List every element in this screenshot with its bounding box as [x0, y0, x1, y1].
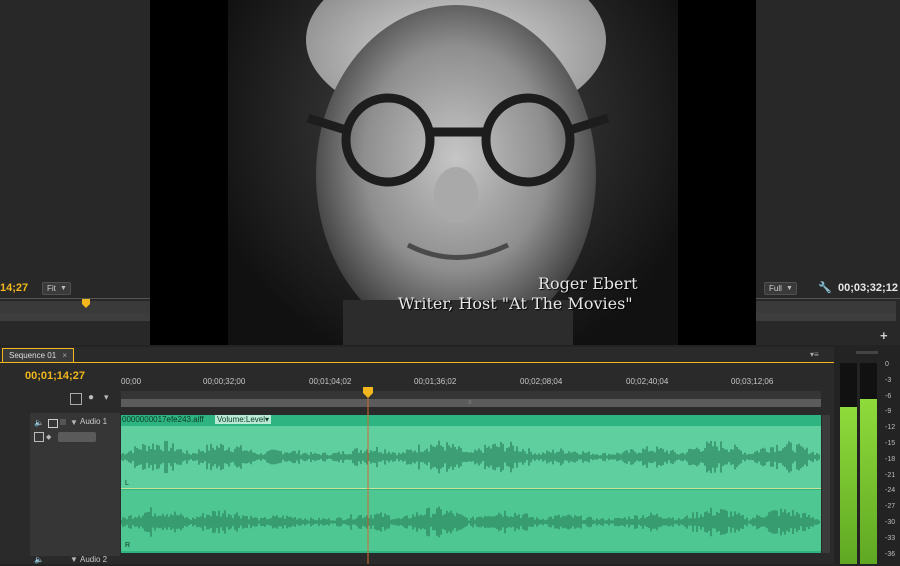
sequence-timecode[interactable]: 00;01;14;27: [25, 370, 85, 382]
db-label: -18: [885, 455, 896, 463]
source-zoom-bar[interactable]: [0, 313, 150, 321]
display-style-icon[interactable]: [34, 432, 44, 442]
program-video-frame: Roger Ebert Writer, Host "At The Movies": [150, 0, 756, 345]
audio-meter-panel: 0 -3 -6 -9 -12 -15 -18 -21 -24 -27 -30 -33 -36: [836, 347, 900, 564]
close-icon[interactable]: ×: [62, 351, 67, 360]
meter-channel-right: [860, 363, 877, 564]
db-label: -36: [885, 550, 896, 558]
db-label: -3: [885, 376, 892, 384]
tab-label: Sequence 01: [9, 351, 57, 360]
expand-triangle-icon[interactable]: ▼: [70, 555, 78, 564]
timeline-scrollbar[interactable]: [822, 415, 830, 553]
source-scrub-bar[interactable]: [0, 301, 150, 313]
meter-level-left: [840, 407, 857, 564]
work-area-handle-icon[interactable]: ≡: [468, 400, 472, 406]
tab-sequence-01[interactable]: Sequence 01 ×: [2, 348, 75, 362]
panel-menu-icon[interactable]: ▾≡: [810, 350, 819, 359]
caption-title: Writer, Host "At The Movies": [398, 294, 633, 313]
timeline-playhead[interactable]: [363, 387, 374, 564]
source-timecode[interactable]: 14;27: [0, 282, 28, 294]
audio-clip[interactable]: 0000000017efe243.aiff Volume:Level▾ L R: [121, 415, 821, 553]
clip-effect-label: Volume:Level: [217, 415, 266, 424]
speaker-icon[interactable]: 🔈: [34, 418, 44, 427]
program-zoom-bar[interactable]: [756, 313, 896, 321]
channel-label-left: L: [125, 480, 129, 487]
db-label: -15: [885, 440, 896, 447]
time-ruler[interactable]: 00;00 00;00;32;00 00;01;04;02 00;01;36;0…: [121, 377, 821, 391]
source-divider: [0, 298, 150, 299]
speaker-icon[interactable]: 🔈: [34, 555, 44, 564]
source-zoom-dropdown[interactable]: Fit ▼: [42, 282, 71, 295]
ruler-label: 00;01;36;02: [414, 377, 457, 386]
program-scrub-bar[interactable]: [756, 301, 896, 313]
ruler-label: 00;01;04;02: [309, 377, 352, 386]
wrench-icon[interactable]: 🔧: [818, 281, 832, 294]
channel-label-right: R: [125, 542, 131, 549]
timeline-panel: Sequence 01 × ▾≡ 00;01;14;27 00;00 00;00…: [0, 347, 834, 564]
db-scale: 0 -3 -6 -9 -12 -15 -18 -21 -24 -27 -30 -33 -36: [881, 361, 899, 564]
caption-name: Roger Ebert: [538, 274, 638, 293]
program-monitor-panel: Full ▼ 🔧 00;03;32;12 +: [756, 0, 900, 345]
audio-track-2-header[interactable]: 🔈 ▼ Audio 2: [30, 555, 120, 564]
keyframe-navigator[interactable]: [58, 432, 96, 442]
meter-grip: [856, 351, 878, 354]
program-resolution-dropdown[interactable]: Full ▼: [764, 282, 797, 295]
clip-filename: 0000000017efe243.aiff: [122, 415, 204, 424]
snap-icon[interactable]: [70, 393, 82, 405]
meter-channel-left: [840, 363, 857, 564]
program-timecode[interactable]: 00;03;32;12: [838, 282, 898, 294]
program-resolution-label: Full: [769, 284, 782, 293]
track-name[interactable]: Audio 2: [80, 555, 107, 564]
db-label: -24: [885, 487, 896, 495]
ruler-label: 00;02;08;04: [520, 377, 563, 386]
tab-underline: [0, 362, 834, 363]
source-playhead-icon[interactable]: [82, 299, 90, 308]
source-monitor-panel: 14;27 Fit ▼: [0, 0, 150, 345]
waveform: [121, 440, 820, 538]
ruler-label: 00;02;40;04: [626, 377, 669, 386]
chevron-down-icon: ▼: [59, 285, 67, 292]
db-label: -6: [885, 392, 892, 400]
clip-effect-dropdown[interactable]: Volume:Level▾: [215, 415, 272, 424]
db-label: 0: [885, 361, 889, 368]
audio-track-header[interactable]: 🔈 ▼ Audio 1 ◆: [30, 413, 120, 556]
add-button-icon[interactable]: +: [880, 328, 888, 343]
ruler-label: 00;00: [121, 377, 142, 386]
ruler-label: 00;03;12;06: [731, 377, 774, 386]
track-name[interactable]: Audio 1: [80, 417, 107, 426]
db-label: -27: [885, 503, 896, 511]
meter-level-right: [860, 399, 877, 564]
lock-track-icon[interactable]: [60, 419, 66, 425]
add-marker-icon[interactable]: ▾: [104, 392, 109, 403]
chevron-down-icon: ▼: [785, 285, 793, 292]
source-zoom-label: Fit: [47, 284, 56, 293]
db-label: -33: [885, 534, 896, 542]
db-label: -12: [885, 424, 896, 432]
keyframe-icon[interactable]: ◆: [46, 433, 51, 441]
ruler-label: 00;00;32;00: [203, 377, 246, 386]
db-label: -9: [885, 408, 892, 416]
db-label: -30: [885, 519, 896, 526]
marker-icon[interactable]: ●: [88, 392, 94, 403]
clip-header: 0000000017efe243.aiff Volume:Level▾: [121, 415, 821, 425]
db-label: -21: [885, 471, 896, 479]
program-divider: [756, 298, 900, 299]
sync-lock-icon[interactable]: [48, 419, 58, 428]
expand-triangle-icon[interactable]: ▼: [70, 418, 78, 427]
